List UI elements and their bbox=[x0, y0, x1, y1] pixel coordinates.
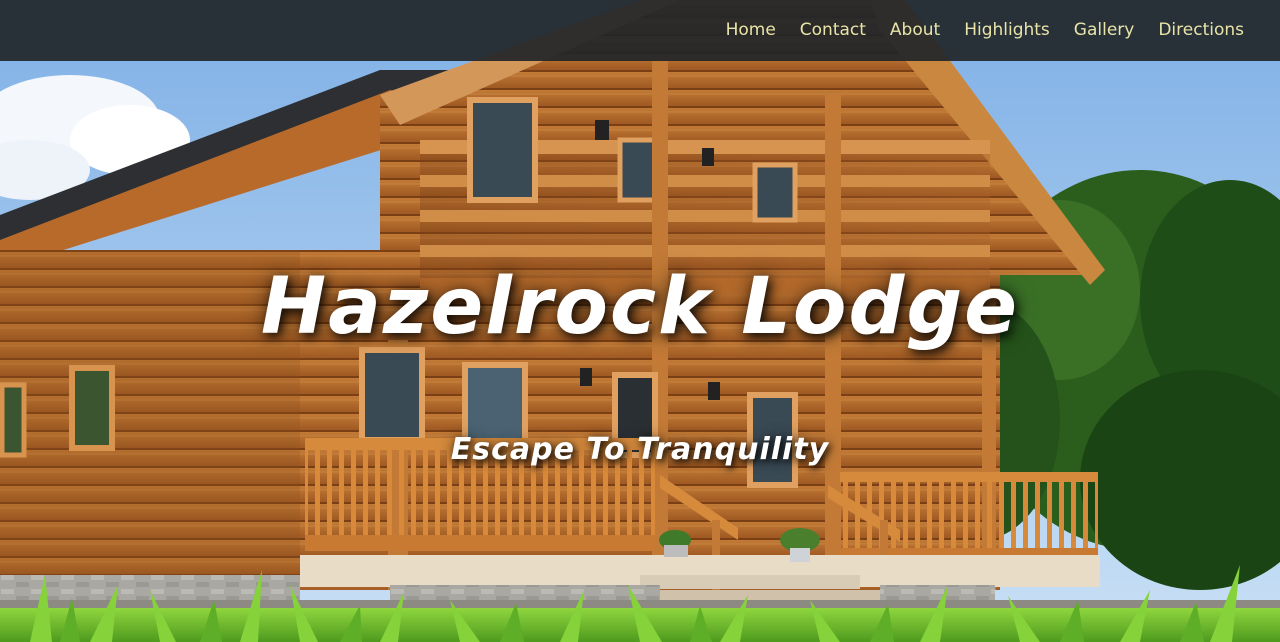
nav-menu: Home Contact About Highlights Gallery Di… bbox=[714, 0, 1256, 61]
nav-link-highlights[interactable]: Highlights bbox=[952, 0, 1062, 61]
nav-item-highlights: Highlights bbox=[952, 0, 1062, 61]
nav-link-contact[interactable]: Contact bbox=[788, 0, 878, 61]
nav-item-contact: Contact bbox=[788, 0, 878, 61]
top-navbar: Home Contact About Highlights Gallery Di… bbox=[0, 0, 1280, 61]
nav-link-gallery[interactable]: Gallery bbox=[1062, 0, 1147, 61]
hero-subtitle: Escape To Tranquility bbox=[450, 432, 830, 467]
nav-item-gallery: Gallery bbox=[1062, 0, 1147, 61]
nav-item-directions: Directions bbox=[1146, 0, 1256, 61]
hero-title: Hazelrock Lodge bbox=[260, 262, 1020, 352]
nav-item-home: Home bbox=[714, 0, 788, 61]
nav-item-about: About bbox=[878, 0, 952, 61]
nav-link-about[interactable]: About bbox=[878, 0, 952, 61]
nav-link-directions[interactable]: Directions bbox=[1146, 0, 1256, 61]
nav-link-home[interactable]: Home bbox=[714, 0, 788, 61]
